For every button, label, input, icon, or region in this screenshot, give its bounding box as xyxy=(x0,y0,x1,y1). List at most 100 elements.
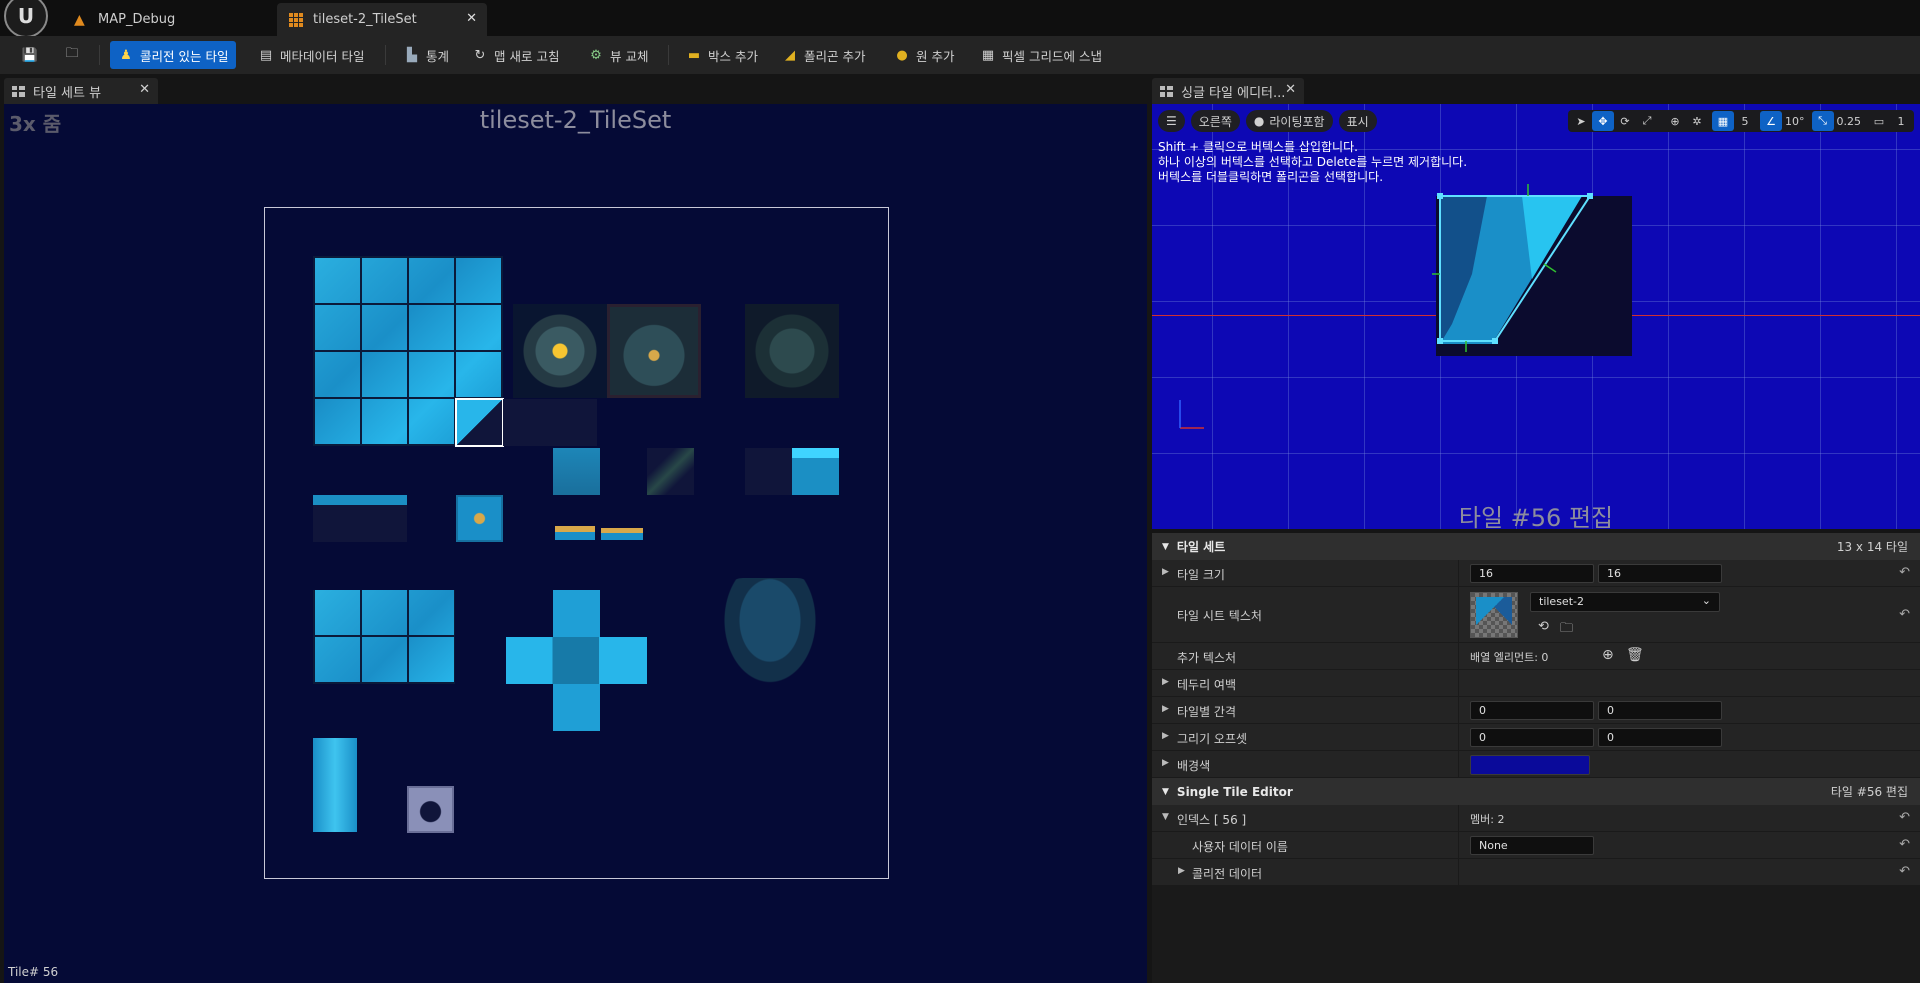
add-circle-button[interactable]: ● 원 추가 xyxy=(886,41,962,69)
reset-icon[interactable]: ↶ xyxy=(1899,864,1910,879)
add-element-icon[interactable]: ⊕ xyxy=(1602,647,1614,663)
metadata-icon: ▤ xyxy=(259,47,273,63)
vertex-handle[interactable] xyxy=(1437,193,1443,199)
tile-spring[interactable] xyxy=(555,526,595,540)
scale-icon[interactable]: ⤢ xyxy=(1636,111,1658,131)
texture-select[interactable]: tileset-2 ⌄ xyxy=(1530,592,1720,612)
tile-spring-2[interactable] xyxy=(601,528,643,540)
select-icon[interactable]: ➤ xyxy=(1570,111,1592,131)
close-icon[interactable]: ✕ xyxy=(1285,82,1296,97)
reset-icon[interactable]: ↶ xyxy=(1899,837,1910,852)
user-data-name-input[interactable]: None xyxy=(1470,836,1594,855)
tile-chest[interactable] xyxy=(407,786,454,833)
chevron-right-icon[interactable]: ▶ xyxy=(1162,677,1169,687)
offset-y-input[interactable]: 0 xyxy=(1598,728,1722,747)
tile-ledge-top[interactable] xyxy=(792,448,839,458)
tile-door[interactable] xyxy=(553,448,600,495)
swap-view-button[interactable]: ⚙ 뷰 교체 xyxy=(580,41,656,69)
tile-sheet[interactable] xyxy=(264,207,889,879)
chevron-right-icon[interactable]: ▶ xyxy=(1162,567,1169,577)
tile-platform[interactable] xyxy=(313,495,407,542)
tile-status: Tile# 56 xyxy=(8,965,59,979)
tile-lantern[interactable] xyxy=(607,304,701,398)
trash-icon[interactable]: 🗑 xyxy=(1626,647,1644,663)
refresh-map-button[interactable]: ↻ 맵 새로 고침 xyxy=(464,41,567,69)
tile-preview[interactable] xyxy=(1432,184,1652,364)
surface-snap-icon[interactable]: ✲ xyxy=(1686,111,1708,131)
world-icon[interactable]: ⊕ xyxy=(1664,111,1686,131)
lighting-button[interactable]: ● 라이팅포함 xyxy=(1245,110,1333,132)
snap-to-grid-button[interactable]: ▦ 픽셀 그리드에 스냅 xyxy=(972,41,1110,69)
use-selected-icon[interactable]: ⟲ xyxy=(1538,619,1549,634)
tile-plant[interactable] xyxy=(745,304,839,398)
unreal-logo-icon[interactable]: U xyxy=(4,0,48,38)
tile-selected-56[interactable] xyxy=(456,399,503,446)
tile-crate[interactable] xyxy=(456,495,503,542)
swap-icon: ⚙ xyxy=(590,47,602,63)
hamburger-icon: ☰ xyxy=(1166,114,1177,128)
browse-asset-icon[interactable]: 🗀 xyxy=(1560,619,1573,641)
camera-speed-icon[interactable]: ▭ xyxy=(1868,111,1890,131)
viewport-menu-button[interactable]: ☰ xyxy=(1158,110,1185,132)
tile-cross-bottom[interactable] xyxy=(553,684,600,731)
show-button[interactable]: 표시 xyxy=(1338,110,1377,132)
rotate-icon[interactable]: ⟳ xyxy=(1614,111,1636,131)
reset-icon[interactable]: ↶ xyxy=(1899,607,1910,622)
tile-dark[interactable] xyxy=(503,399,597,446)
lighting-icon: ● xyxy=(1253,114,1265,128)
chevron-right-icon[interactable]: ▶ xyxy=(1162,704,1169,714)
tab-single-tile-editor[interactable]: 싱글 타일 에디터... ✕ xyxy=(1152,78,1304,104)
reset-icon[interactable]: ↶ xyxy=(1899,565,1910,580)
tile-cross-mid[interactable] xyxy=(506,637,647,684)
tile-pillar[interactable] xyxy=(313,738,357,832)
spacing-y-input[interactable]: 0 xyxy=(1598,701,1722,720)
tile-cross-top[interactable] xyxy=(553,590,600,637)
view-mode-button[interactable]: 오른쪽 xyxy=(1190,110,1240,132)
save-button[interactable]: 💾 xyxy=(14,41,52,69)
chevron-right-icon[interactable]: ▶ xyxy=(1178,866,1185,876)
grid-size-value[interactable]: 5 xyxy=(1734,111,1756,131)
tile-size-y-input[interactable]: 16 xyxy=(1598,564,1722,583)
circle-icon: ● xyxy=(896,47,908,63)
camera-speed-value[interactable]: 1 xyxy=(1890,111,1912,131)
reset-icon[interactable]: ↶ xyxy=(1899,810,1910,825)
tile-orb[interactable] xyxy=(513,304,607,398)
section-tileset[interactable]: ▼ 타일 세트 13 x 14 타일 xyxy=(1152,533,1920,560)
grid-snap-icon[interactable]: ▦ xyxy=(1712,111,1734,131)
single-tile-tabbar: 싱글 타일 에디터... ✕ xyxy=(1152,74,1920,104)
scale-value[interactable]: 0.25 xyxy=(1834,111,1865,131)
offset-x-input[interactable]: 0 xyxy=(1470,728,1594,747)
chevron-down-icon[interactable]: ▼ xyxy=(1162,812,1169,822)
spacing-x-input[interactable]: 0 xyxy=(1470,701,1594,720)
transform-tools: ➤ ✥ ⟳ ⤢ ⊕ ✲ ▦ 5 ∠ 10° ⤡ 0.25 ▭ 1 xyxy=(1568,110,1914,132)
section-single-tile-editor[interactable]: ▼ Single Tile Editor 타일 #56 편집 xyxy=(1152,778,1920,805)
vertex-handle[interactable] xyxy=(1437,338,1443,344)
tile-shrine[interactable] xyxy=(723,578,817,684)
collision-tile-button[interactable]: ♟ 콜리전 있는 타일 xyxy=(110,41,237,69)
metadata-tile-button[interactable]: ▤ 메타데이터 타일 xyxy=(250,41,372,69)
chevron-right-icon[interactable]: ▶ xyxy=(1162,758,1169,768)
angle-value[interactable]: 10° xyxy=(1782,111,1808,131)
close-icon[interactable]: ✕ xyxy=(139,82,150,97)
tileset-viewport[interactable]: 3x 줌 tileset-2_TileSet Tile# 56 xyxy=(4,104,1147,983)
tab-label: tileset-2_TileSet xyxy=(313,12,417,27)
tile-block-grid[interactable] xyxy=(313,590,455,684)
browse-button[interactable]: 🗀 xyxy=(56,41,94,69)
scale-snap-icon[interactable]: ⤡ xyxy=(1811,111,1834,131)
add-box-button[interactable]: ▬ 박스 추가 xyxy=(678,41,766,69)
move-icon[interactable]: ✥ xyxy=(1592,111,1614,131)
tab-tileset-view[interactable]: 타일 세트 뷰 ✕ xyxy=(4,78,158,104)
chevron-right-icon[interactable]: ▶ xyxy=(1162,731,1169,741)
vertex-handle[interactable] xyxy=(1587,193,1593,199)
stats-button[interactable]: ▙ 통계 xyxy=(396,41,457,69)
tab-map-debug[interactable]: ▲ MAP_Debug xyxy=(62,3,272,36)
background-color-swatch[interactable] xyxy=(1470,755,1590,775)
vertex-handle[interactable] xyxy=(1492,338,1498,344)
single-tile-viewport[interactable]: ☰ 오른쪽 ● 라이팅포함 표시 ➤ ✥ ⟳ ⤢ ⊕ ✲ ▦ 5 ∠ 10° ⤡ … xyxy=(1152,104,1920,529)
tab-tileset[interactable]: tileset-2_TileSet ✕ xyxy=(277,3,487,36)
angle-snap-icon[interactable]: ∠ xyxy=(1760,111,1782,131)
add-polygon-button[interactable]: ◢ 폴리곤 추가 xyxy=(774,41,873,69)
close-icon[interactable]: ✕ xyxy=(466,11,477,26)
tile-vine[interactable] xyxy=(647,448,694,495)
tile-size-x-input[interactable]: 16 xyxy=(1470,564,1594,583)
